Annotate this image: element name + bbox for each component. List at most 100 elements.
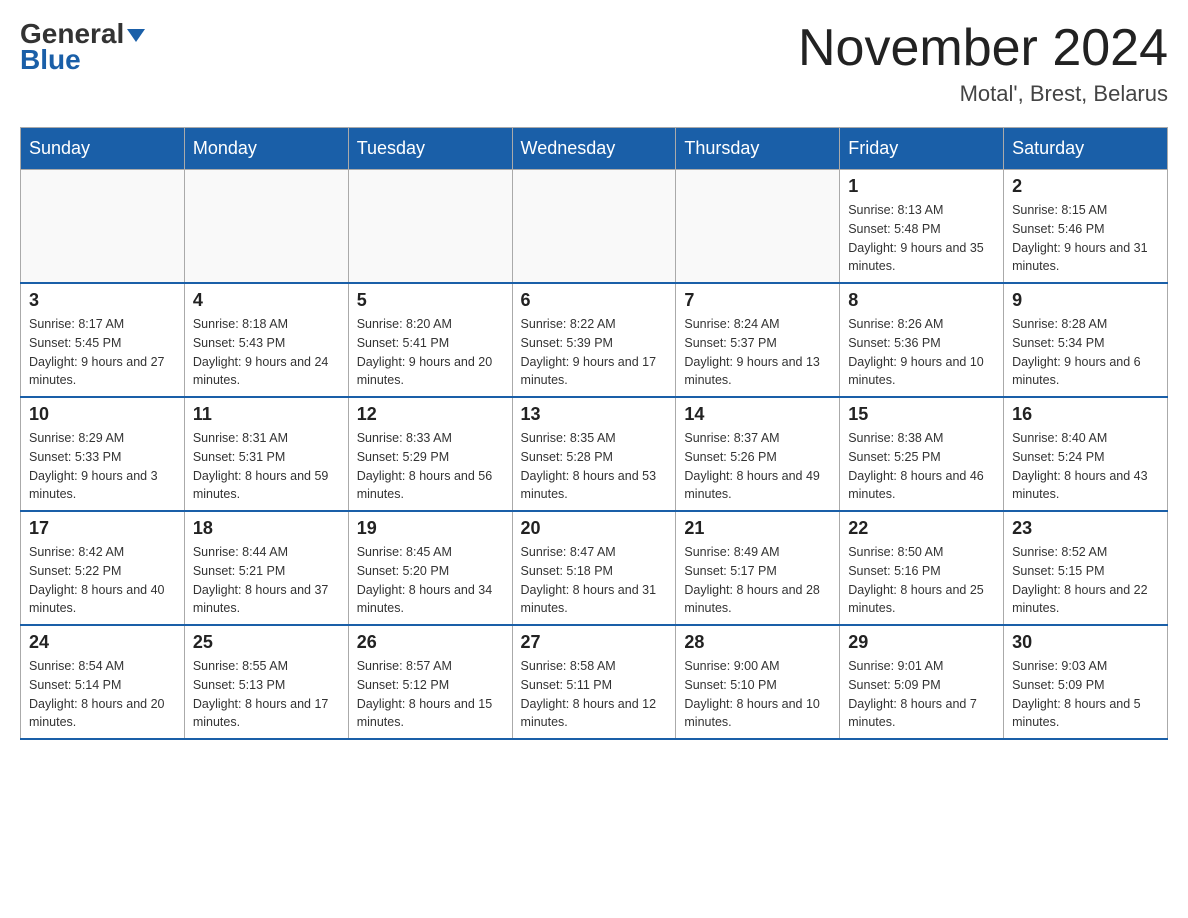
day-info: Sunrise: 8:28 AMSunset: 5:34 PMDaylight:… xyxy=(1012,315,1159,390)
day-info: Sunrise: 8:29 AMSunset: 5:33 PMDaylight:… xyxy=(29,429,176,504)
calendar-cell xyxy=(184,170,348,284)
day-info: Sunrise: 8:18 AMSunset: 5:43 PMDaylight:… xyxy=(193,315,340,390)
calendar-table: SundayMondayTuesdayWednesdayThursdayFrid… xyxy=(20,127,1168,740)
calendar-cell: 2 Sunrise: 8:15 AMSunset: 5:46 PMDaylight… xyxy=(1004,170,1168,284)
calendar-cell: 21Sunrise: 8:49 AMSunset: 5:17 PMDayligh… xyxy=(676,511,840,625)
day-number: 8 xyxy=(848,290,995,311)
day-number: 12 xyxy=(357,404,504,425)
calendar-cell: 28 Sunrise: 9:00 AMSunset: 5:10 PMDayligh… xyxy=(676,625,840,739)
calendar-cell: 22 Sunrise: 8:50 AMSunset: 5:16 PMDayligh… xyxy=(840,511,1004,625)
month-title: November 2024 xyxy=(798,20,1168,77)
day-number: 20 xyxy=(521,518,668,539)
day-info: Sunrise: 8:31 AMSunset: 5:31 PMDaylight:… xyxy=(193,429,340,504)
calendar-cell: 9 Sunrise: 8:28 AMSunset: 5:34 PMDaylight… xyxy=(1004,283,1168,397)
calendar-cell: 7Sunrise: 8:24 AMSunset: 5:37 PMDaylight… xyxy=(676,283,840,397)
day-info: Sunrise: 8:58 AMSunset: 5:11 PMDaylight:… xyxy=(521,657,668,732)
day-info: Sunrise: 8:20 AMSunset: 5:41 PMDaylight:… xyxy=(357,315,504,390)
day-number: 2 xyxy=(1012,176,1159,197)
calendar-cell: 17 Sunrise: 8:42 AMSunset: 5:22 PMDayligh… xyxy=(21,511,185,625)
calendar-cell: 5 Sunrise: 8:20 AMSunset: 5:41 PMDaylight… xyxy=(348,283,512,397)
day-number: 13 xyxy=(521,404,668,425)
day-number: 25 xyxy=(193,632,340,653)
day-info: Sunrise: 8:35 AMSunset: 5:28 PMDaylight:… xyxy=(521,429,668,504)
calendar-cell xyxy=(512,170,676,284)
calendar-cell: 10 Sunrise: 8:29 AMSunset: 5:33 PMDayligh… xyxy=(21,397,185,511)
day-info: Sunrise: 8:22 AMSunset: 5:39 PMDaylight:… xyxy=(521,315,668,390)
day-number: 7 xyxy=(684,290,831,311)
calendar-cell: 18 Sunrise: 8:44 AMSunset: 5:21 PMDayligh… xyxy=(184,511,348,625)
day-info: Sunrise: 8:57 AMSunset: 5:12 PMDaylight:… xyxy=(357,657,504,732)
calendar-cell: 4 Sunrise: 8:18 AMSunset: 5:43 PMDaylight… xyxy=(184,283,348,397)
day-number: 4 xyxy=(193,290,340,311)
calendar-cell: 23 Sunrise: 8:52 AMSunset: 5:15 PMDayligh… xyxy=(1004,511,1168,625)
day-info: Sunrise: 8:47 AMSunset: 5:18 PMDaylight:… xyxy=(521,543,668,618)
day-info: Sunrise: 8:54 AMSunset: 5:14 PMDaylight:… xyxy=(29,657,176,732)
calendar-cell: 25 Sunrise: 8:55 AMSunset: 5:13 PMDayligh… xyxy=(184,625,348,739)
day-number: 17 xyxy=(29,518,176,539)
day-info: Sunrise: 8:42 AMSunset: 5:22 PMDaylight:… xyxy=(29,543,176,618)
day-info: Sunrise: 8:50 AMSunset: 5:16 PMDaylight:… xyxy=(848,543,995,618)
calendar-cell: 14 Sunrise: 8:37 AMSunset: 5:26 PMDayligh… xyxy=(676,397,840,511)
calendar-cell: 11 Sunrise: 8:31 AMSunset: 5:31 PMDayligh… xyxy=(184,397,348,511)
day-number: 23 xyxy=(1012,518,1159,539)
calendar-cell: 29Sunrise: 9:01 AMSunset: 5:09 PMDayligh… xyxy=(840,625,1004,739)
calendar-week-row: 10 Sunrise: 8:29 AMSunset: 5:33 PMDayligh… xyxy=(21,397,1168,511)
day-number: 27 xyxy=(521,632,668,653)
calendar-header-sunday: Sunday xyxy=(21,128,185,170)
day-info: Sunrise: 8:40 AMSunset: 5:24 PMDaylight:… xyxy=(1012,429,1159,504)
calendar-cell: 15 Sunrise: 8:38 AMSunset: 5:25 PMDayligh… xyxy=(840,397,1004,511)
day-info: Sunrise: 9:03 AMSunset: 5:09 PMDaylight:… xyxy=(1012,657,1159,732)
day-number: 30 xyxy=(1012,632,1159,653)
title-block: November 2024 Motal', Brest, Belarus xyxy=(798,20,1168,107)
day-info: Sunrise: 8:13 AMSunset: 5:48 PMDaylight:… xyxy=(848,201,995,276)
calendar-header-saturday: Saturday xyxy=(1004,128,1168,170)
calendar-header-monday: Monday xyxy=(184,128,348,170)
location-title: Motal', Brest, Belarus xyxy=(798,81,1168,107)
calendar-header-wednesday: Wednesday xyxy=(512,128,676,170)
day-number: 24 xyxy=(29,632,176,653)
calendar-cell: 20 Sunrise: 8:47 AMSunset: 5:18 PMDayligh… xyxy=(512,511,676,625)
day-info: Sunrise: 9:00 AMSunset: 5:10 PMDaylight:… xyxy=(684,657,831,732)
day-info: Sunrise: 8:15 AMSunset: 5:46 PMDaylight:… xyxy=(1012,201,1159,276)
day-info: Sunrise: 9:01 AMSunset: 5:09 PMDaylight:… xyxy=(848,657,995,732)
day-info: Sunrise: 8:55 AMSunset: 5:13 PMDaylight:… xyxy=(193,657,340,732)
day-number: 16 xyxy=(1012,404,1159,425)
day-info: Sunrise: 8:49 AMSunset: 5:17 PMDaylight:… xyxy=(684,543,831,618)
day-number: 3 xyxy=(29,290,176,311)
day-number: 5 xyxy=(357,290,504,311)
calendar-header-row: SundayMondayTuesdayWednesdayThursdayFrid… xyxy=(21,128,1168,170)
day-number: 18 xyxy=(193,518,340,539)
day-info: Sunrise: 8:37 AMSunset: 5:26 PMDaylight:… xyxy=(684,429,831,504)
calendar-header-tuesday: Tuesday xyxy=(348,128,512,170)
calendar-cell: 26 Sunrise: 8:57 AMSunset: 5:12 PMDayligh… xyxy=(348,625,512,739)
day-number: 22 xyxy=(848,518,995,539)
day-info: Sunrise: 8:17 AMSunset: 5:45 PMDaylight:… xyxy=(29,315,176,390)
day-info: Sunrise: 8:52 AMSunset: 5:15 PMDaylight:… xyxy=(1012,543,1159,618)
day-info: Sunrise: 8:38 AMSunset: 5:25 PMDaylight:… xyxy=(848,429,995,504)
calendar-week-row: 17 Sunrise: 8:42 AMSunset: 5:22 PMDayligh… xyxy=(21,511,1168,625)
calendar-cell: 12Sunrise: 8:33 AMSunset: 5:29 PMDayligh… xyxy=(348,397,512,511)
calendar-cell: 13 Sunrise: 8:35 AMSunset: 5:28 PMDayligh… xyxy=(512,397,676,511)
calendar-cell: 27 Sunrise: 8:58 AMSunset: 5:11 PMDayligh… xyxy=(512,625,676,739)
calendar-cell: 8Sunrise: 8:26 AMSunset: 5:36 PMDaylight… xyxy=(840,283,1004,397)
calendar-cell xyxy=(348,170,512,284)
calendar-week-row: 3 Sunrise: 8:17 AMSunset: 5:45 PMDaylight… xyxy=(21,283,1168,397)
calendar-cell: 30 Sunrise: 9:03 AMSunset: 5:09 PMDayligh… xyxy=(1004,625,1168,739)
calendar-cell: 3 Sunrise: 8:17 AMSunset: 5:45 PMDaylight… xyxy=(21,283,185,397)
calendar-cell xyxy=(676,170,840,284)
day-number: 9 xyxy=(1012,290,1159,311)
day-number: 15 xyxy=(848,404,995,425)
day-number: 11 xyxy=(193,404,340,425)
day-info: Sunrise: 8:44 AMSunset: 5:21 PMDaylight:… xyxy=(193,543,340,618)
calendar-week-row: 24 Sunrise: 8:54 AMSunset: 5:14 PMDayligh… xyxy=(21,625,1168,739)
day-info: Sunrise: 8:45 AMSunset: 5:20 PMDaylight:… xyxy=(357,543,504,618)
calendar-header-thursday: Thursday xyxy=(676,128,840,170)
day-number: 28 xyxy=(684,632,831,653)
day-number: 10 xyxy=(29,404,176,425)
day-number: 14 xyxy=(684,404,831,425)
calendar-cell: 1Sunrise: 8:13 AMSunset: 5:48 PMDaylight… xyxy=(840,170,1004,284)
logo-blue-text: Blue xyxy=(20,44,81,76)
calendar-cell xyxy=(21,170,185,284)
calendar-header-friday: Friday xyxy=(840,128,1004,170)
day-number: 26 xyxy=(357,632,504,653)
